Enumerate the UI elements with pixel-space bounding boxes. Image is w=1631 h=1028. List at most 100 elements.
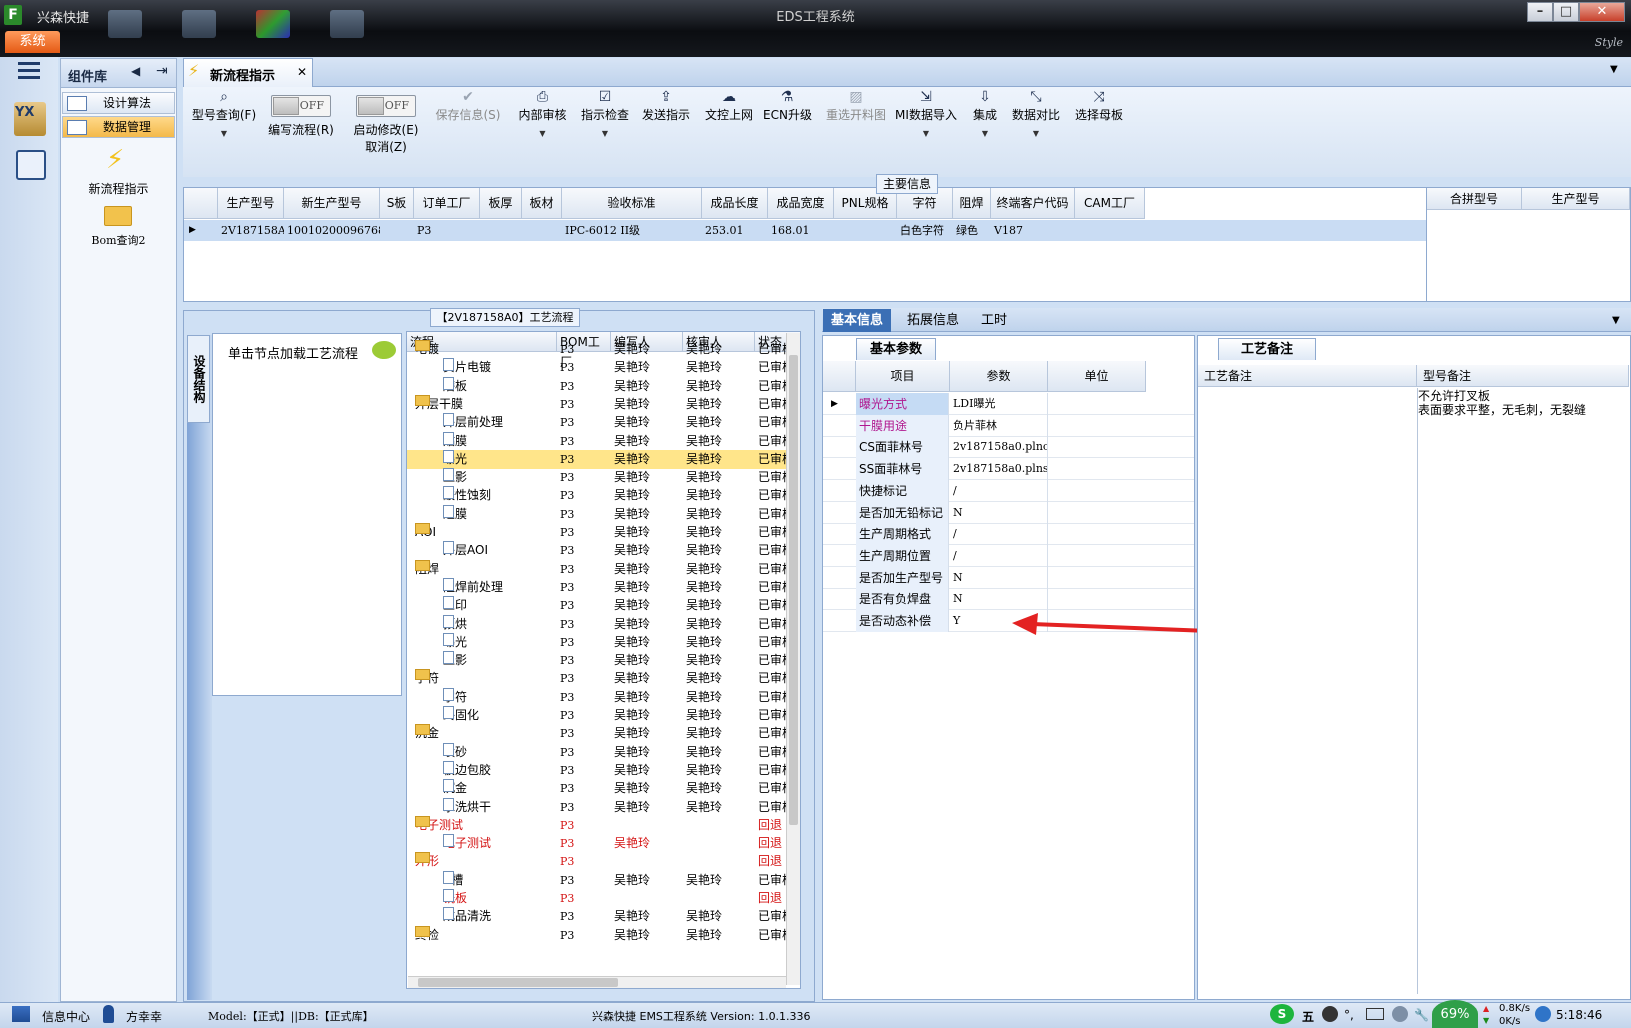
tab-extended-info[interactable]: 拓展信息 [899,309,967,332]
tree-row[interactable]: −终检P3吴艳玲吴艳玲已审核 [407,925,800,945]
tab-dropdown-icon[interactable]: ▼ [1612,315,1620,326]
tree-row[interactable]: 贴膜 P3 吴艳玲 吴艳玲 已审核 [407,431,800,451]
toolbar-button[interactable]: ✔ 保存信息(S) [432,88,504,123]
tab-work-hours[interactable]: 工时 [973,309,1015,332]
column-header[interactable]: 生产型号 [1522,188,1630,210]
param-value[interactable]: 2v187158a0.plncs [950,436,1048,459]
param-value[interactable]: / [950,544,1048,567]
tab-process-notes[interactable]: 工艺备注 [1218,338,1316,360]
library-item[interactable]: 设计算法 [62,92,175,114]
tree-row[interactable]: 电子测试 P3 吴艳玲 回退 [407,834,800,853]
cpu-usage-gauge[interactable]: 69% [1432,1000,1478,1028]
tab-basic-info[interactable]: 基本信息 [823,309,892,332]
tree-row[interactable]: 磨板 P3 吴艳玲 吴艳玲 已审核 [407,376,800,396]
ime-mode[interactable]: 五 [1302,1008,1314,1025]
column-header[interactable]: S板 [380,188,414,219]
toolbar-button[interactable]: ⌕ 型号查询(F) ▼ [188,88,260,138]
scroll-thumb[interactable] [418,978,618,987]
tree-row[interactable]: 曝光 P3 吴艳玲 吴艳玲 已审核 [407,632,800,652]
dropdown-arrow-icon[interactable]: ▼ [968,129,1002,138]
plus-tray-icon[interactable] [1535,1006,1551,1022]
tree-row[interactable]: 铣板 P3 回退 [407,889,800,908]
column-header[interactable]: 新生产型号 [284,188,380,219]
toolbar-button-sublabel[interactable]: 取消(Z) [347,138,425,155]
tab-close-icon[interactable]: ✕ [297,65,307,79]
horizontal-scrollbar[interactable] [408,976,786,988]
param-row[interactable]: SS面菲林号 2v187158a0.plnss [823,458,1194,481]
tree-row[interactable]: −阻焊P3吴艳玲吴艳玲已审核 [407,559,800,579]
column-header[interactable]: 单位 [1048,361,1146,392]
param-value[interactable]: N [950,501,1048,524]
folder-icon[interactable] [104,206,132,226]
toolbar-button[interactable]: OFF 编写流程(R) [264,88,338,138]
toolbar-button[interactable]: ⤡ 数据对比 ▼ [1008,88,1064,138]
quick-launch-icon[interactable] [330,10,364,38]
toolbar-button[interactable]: ⇩ 集成 ▼ [968,88,1002,138]
hamburger-menu-icon[interactable] [18,62,40,80]
moon-icon[interactable] [1322,1006,1338,1022]
pin-icon[interactable]: ⇥ [156,63,168,79]
wrench-icon[interactable]: 🔧 [1414,1008,1429,1022]
param-row[interactable]: 快捷标记 / [823,479,1194,502]
param-row[interactable]: 生产周期格式 / [823,523,1194,546]
toolbar-button[interactable]: ⇲ MI数据导入 ▼ [893,88,959,138]
close-button[interactable]: ✕ [1579,2,1625,22]
info-center-label[interactable]: 信息中心 [42,1008,90,1025]
column-header[interactable]: 合拼型号 [1427,188,1522,210]
dropdown-arrow-icon[interactable]: ▼ [188,129,260,138]
tree-row[interactable]: 终固化 P3 吴艳玲 吴艳玲 已审核 [407,706,800,725]
column-header[interactable]: 项目 [856,361,950,392]
dropdown-arrow-icon[interactable]: ▼ [1008,129,1064,138]
param-value[interactable]: LDI曝光 [950,393,1048,415]
tab-new-process[interactable]: ⚡ 新流程指示 ✕ [183,58,313,87]
tree-row[interactable]: −字符P3吴艳玲吴艳玲已审核 [407,669,800,688]
param-row[interactable]: 生产周期位置 / [823,544,1194,567]
tree-row[interactable]: 沉金 P3 吴艳玲 吴艳玲 已审核 [407,779,800,798]
grid-menu-icon[interactable] [12,1006,30,1022]
tree-row[interactable]: 显影 P3 吴艳玲 吴艳玲 已审核 [407,651,800,670]
param-row[interactable]: CS面菲林号 2v187158a0.plncs [823,436,1194,459]
param-value[interactable]: / [950,479,1048,502]
system-menu-tab[interactable]: 系统 [5,31,60,53]
param-row[interactable]: ▶ 曝光方式 LDI曝光 [823,393,1194,415]
collapse-left-icon[interactable]: ◀ [131,64,140,78]
tree-row[interactable]: 外层AOI P3 吴艳玲 吴艳玲 已审核 [407,541,800,560]
lightning-icon[interactable]: ⚡ [106,145,130,175]
tree-row[interactable]: −电镀P3吴艳玲吴艳玲已审核 [407,340,800,359]
toolbar-button[interactable]: ⇪ 发送指示 [638,88,694,123]
column-header[interactable]: 生产型号 [218,188,284,219]
shortcut-new-process[interactable]: 新流程指示 [62,180,175,197]
column-header[interactable]: 终端客户代码 [991,188,1075,219]
toolbar-button[interactable]: ☁ 文控上网 [701,88,757,123]
column-header[interactable]: CAM工厂 [1075,188,1145,219]
column-header[interactable]: 阻焊 [953,188,991,219]
tree-row[interactable]: 酸性蚀刻 P3 吴艳玲 吴艳玲 已审核 [407,486,800,505]
tree-row[interactable]: −沉金P3吴艳玲吴艳玲已审核 [407,724,800,743]
shortcut-bom-query[interactable]: Bom查询2 [62,232,175,248]
vertical-scrollbar[interactable] [786,333,800,985]
param-row[interactable]: 干膜用途 负片菲林 [823,414,1194,437]
tree-row[interactable]: 字符 P3 吴艳玲 吴艳玲 已审核 [407,687,800,707]
scroll-thumb[interactable] [789,355,798,825]
user-tray-icon[interactable] [1392,1006,1408,1022]
param-row[interactable]: 是否加无铅标记 N [823,501,1194,524]
tree-row[interactable]: 退膜 P3 吴艳玲 吴艳玲 已审核 [407,504,800,524]
off-toggle[interactable]: OFF [356,95,416,117]
tree-row[interactable]: 阻焊前处理 P3 吴艳玲 吴艳玲 已审核 [407,577,800,597]
dropdown-arrow-icon[interactable]: ▼ [577,129,633,138]
param-value[interactable]: / [950,523,1048,546]
tab-equipment-structure[interactable]: 设备结构 [187,335,210,423]
tab-basic-params[interactable]: 基本参数 [856,338,936,360]
punctuation-icon[interactable]: °, [1344,1008,1354,1022]
tree-row[interactable]: 预烘 P3 吴艳玲 吴艳玲 已审核 [407,614,800,634]
quick-launch-icon[interactable] [256,10,290,38]
tree-row[interactable]: V槽P3吴艳玲吴艳玲已审核 [407,870,800,890]
column-header[interactable]: 板厚 [480,188,522,219]
dropdown-arrow-icon[interactable]: ▼ [893,129,959,138]
tree-row[interactable]: 曝光 P3 吴艳玲 吴艳玲 已审核 [407,449,800,469]
sogou-ime-icon[interactable]: S [1270,1004,1294,1024]
param-value[interactable]: 负片菲林 [950,414,1048,437]
param-value[interactable]: 2v187158a0.plnss [950,458,1048,481]
column-header[interactable]: 成品宽度 [768,188,834,219]
column-header[interactable]: 成品长度 [702,188,768,219]
